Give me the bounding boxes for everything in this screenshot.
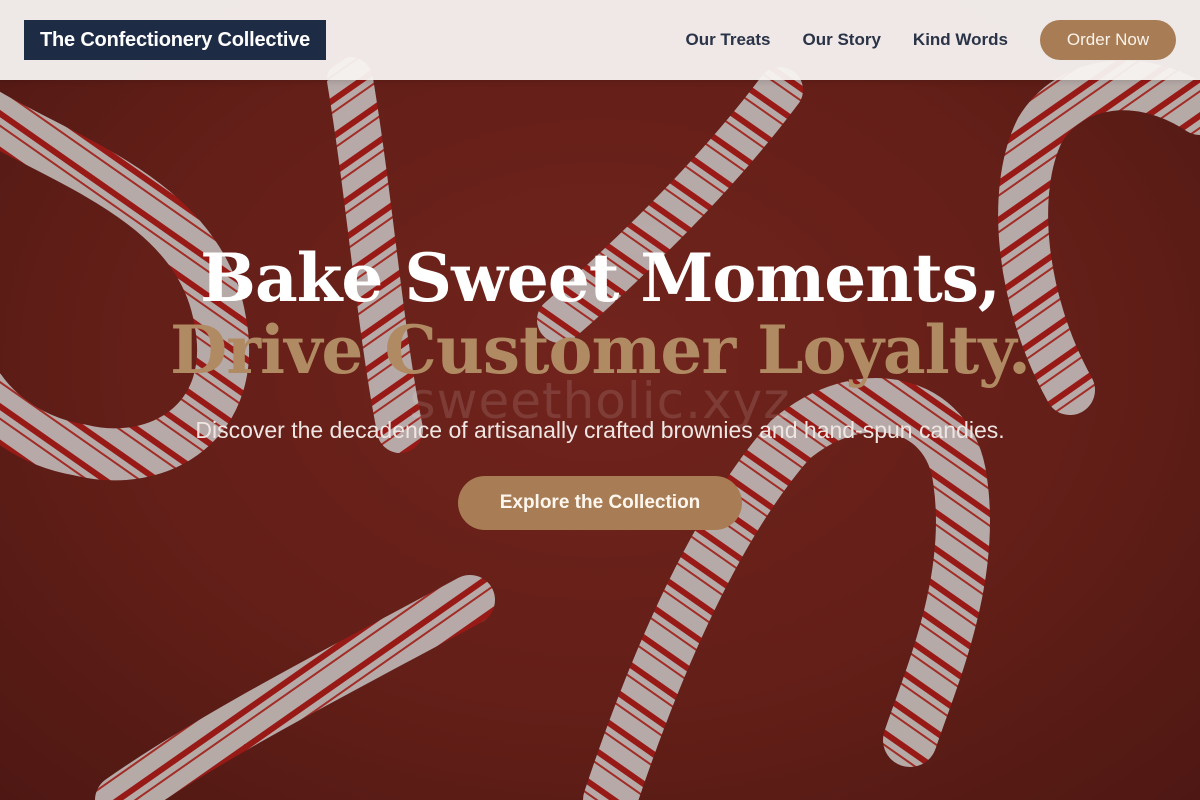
- site-logo[interactable]: The Confectionery Collective: [24, 20, 327, 60]
- order-now-button[interactable]: Order Now: [1040, 20, 1176, 60]
- hero-section: Bake Sweet Moments, Drive Customer Loyal…: [0, 240, 1200, 530]
- hero-subtitle: Discover the decadence of artisanally cr…: [195, 417, 1005, 443]
- page: The Confectionery Collective Our Treats …: [0, 0, 1200, 800]
- site-header: The Confectionery Collective Our Treats …: [0, 0, 1200, 80]
- hero-headline-line1: Bake Sweet Moments,: [200, 239, 1001, 317]
- hero-headline-line2: Drive Customer Loyalty.: [169, 311, 1031, 389]
- nav-link-our-story[interactable]: Our Story: [803, 30, 881, 50]
- explore-collection-button[interactable]: Explore the Collection: [458, 476, 742, 530]
- nav-link-our-treats[interactable]: Our Treats: [685, 30, 770, 50]
- main-nav: Our Treats Our Story Kind Words Order No…: [685, 20, 1176, 60]
- nav-link-kind-words[interactable]: Kind Words: [913, 30, 1008, 50]
